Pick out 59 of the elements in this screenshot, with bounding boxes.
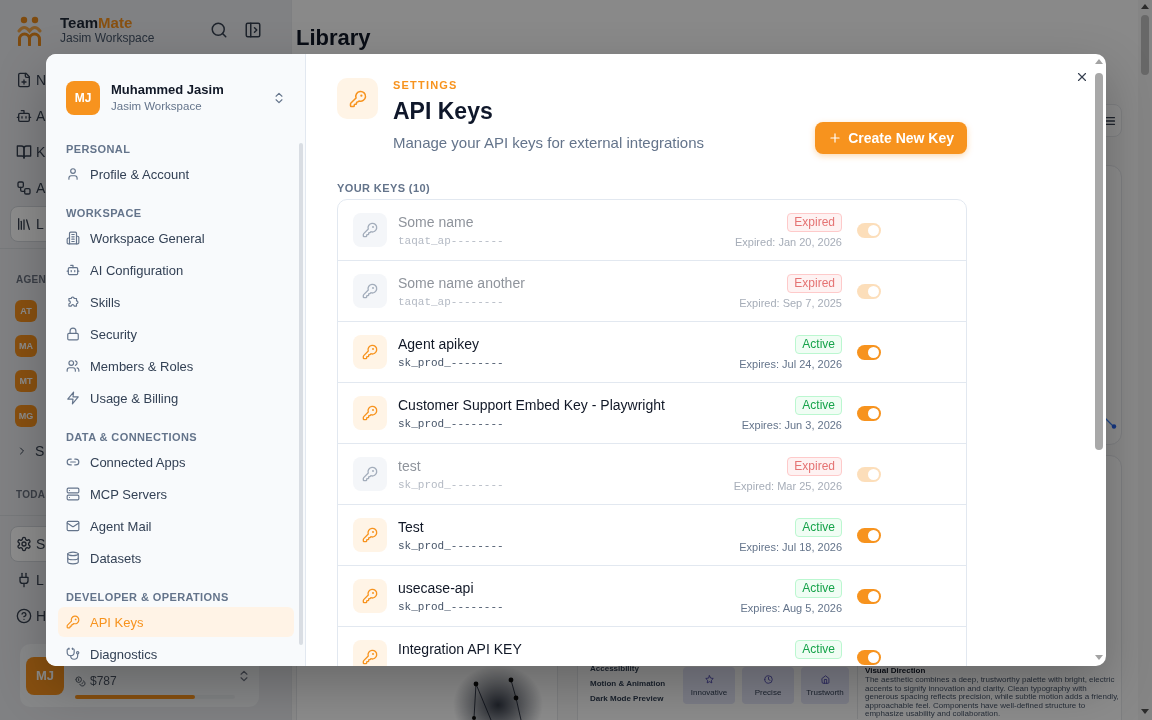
key-prefix: sk_prod_-------- <box>398 600 504 614</box>
description-text: The aesthetic combines a deep, trustworthy palette with bright, electric accents to signify innovation and clarity. Clean typography with generous spacing reflects precision, while subtle motion adds a friendly, approachable feel. Components have well-defined structure to emphasize usability and collaboration. <box>865 676 1120 719</box>
brand-name: TeamMate <box>60 14 134 31</box>
key-name: Some name <box>398 213 474 231</box>
status-badge: Active <box>795 396 842 415</box>
section-title: Visual Direction <box>865 666 927 675</box>
section-heading: PERSONAL <box>65 142 132 157</box>
workspace-name: Jasim Workspace <box>60 31 156 46</box>
section-heading: TODA <box>16 488 46 502</box>
page-title: Library <box>296 24 372 52</box>
key-name: test <box>398 457 421 475</box>
setting-label: Motion & Animation <box>590 678 667 690</box>
trait-label: Innovative <box>690 687 728 697</box>
eyebrow-label: SETTINGS <box>393 78 459 92</box>
key-prefix: taqat_ap-------- <box>398 295 504 309</box>
expiry-date: Expires: Aug 5, 2026 <box>740 601 842 615</box>
section-heading: DEVELOPER & OPERATIONS <box>65 590 230 605</box>
key-name: Agent apikey <box>398 335 479 353</box>
key-name: Customer Support Embed Key - Playwright <box>398 396 665 414</box>
agent-avatar: AT <box>15 299 37 322</box>
expiry-date: Expires: Jul 24, 2026 <box>739 357 842 371</box>
key-name: usecase-api <box>398 579 474 597</box>
key-prefix: sk_prod_-------- <box>398 417 504 431</box>
section-heading: WORKSPACE <box>65 206 143 221</box>
section-heading: AGEN <box>16 273 47 287</box>
key-prefix: sk_prod_-------- <box>398 539 504 553</box>
workspace-name: Jasim Workspace <box>111 99 203 114</box>
key-name: Test <box>398 518 424 536</box>
key-name: Integration API KEY <box>398 640 522 658</box>
key-prefix: sk_prod_-------- <box>398 478 504 492</box>
setting-label: Accessibility <box>590 663 640 675</box>
setting-label: Dark Mode Preview <box>590 693 665 705</box>
dialog-title: API Keys <box>393 97 494 126</box>
account-name: Muhammed Jasim <box>111 81 225 98</box>
user-avatar: MJ <box>66 81 100 115</box>
status-badge: Expired <box>787 457 842 476</box>
key-name: Some name another <box>398 274 525 292</box>
status-badge: Active <box>795 518 842 537</box>
expiry-date: Expires: Jul 18, 2026 <box>739 540 842 554</box>
expiry-date: Expires: Jun 3, 2026 <box>741 418 842 432</box>
trait-label: Precise <box>754 687 782 697</box>
status-badge: Active <box>795 579 842 598</box>
key-prefix: taqat_ap-------- <box>398 234 504 248</box>
status-badge: Active <box>795 640 842 659</box>
agent-avatar: MG <box>15 404 37 427</box>
dialog-description: Manage your API keys for external integrations <box>393 133 705 153</box>
status-badge: Expired <box>787 274 842 293</box>
agent-avatar: MA <box>15 334 37 357</box>
credit-balance: $787 <box>90 674 117 688</box>
agent-avatar: MT <box>15 369 37 392</box>
section-heading: DATA & CONNECTIONS <box>65 430 199 445</box>
key-prefix: sk_prod_-------- <box>398 356 504 370</box>
section-heading: YOUR KEYS (10) <box>337 181 430 195</box>
status-badge: Expired <box>787 213 842 232</box>
expiry-date: Expired: Sep 7, 2025 <box>739 296 842 310</box>
trait-label: Trustworth <box>806 687 844 697</box>
expiry-date: Expired: Jan 20, 2026 <box>734 235 842 249</box>
expiry-date: Expired: Mar 25, 2026 <box>733 479 842 493</box>
status-badge: Active <box>795 335 842 354</box>
